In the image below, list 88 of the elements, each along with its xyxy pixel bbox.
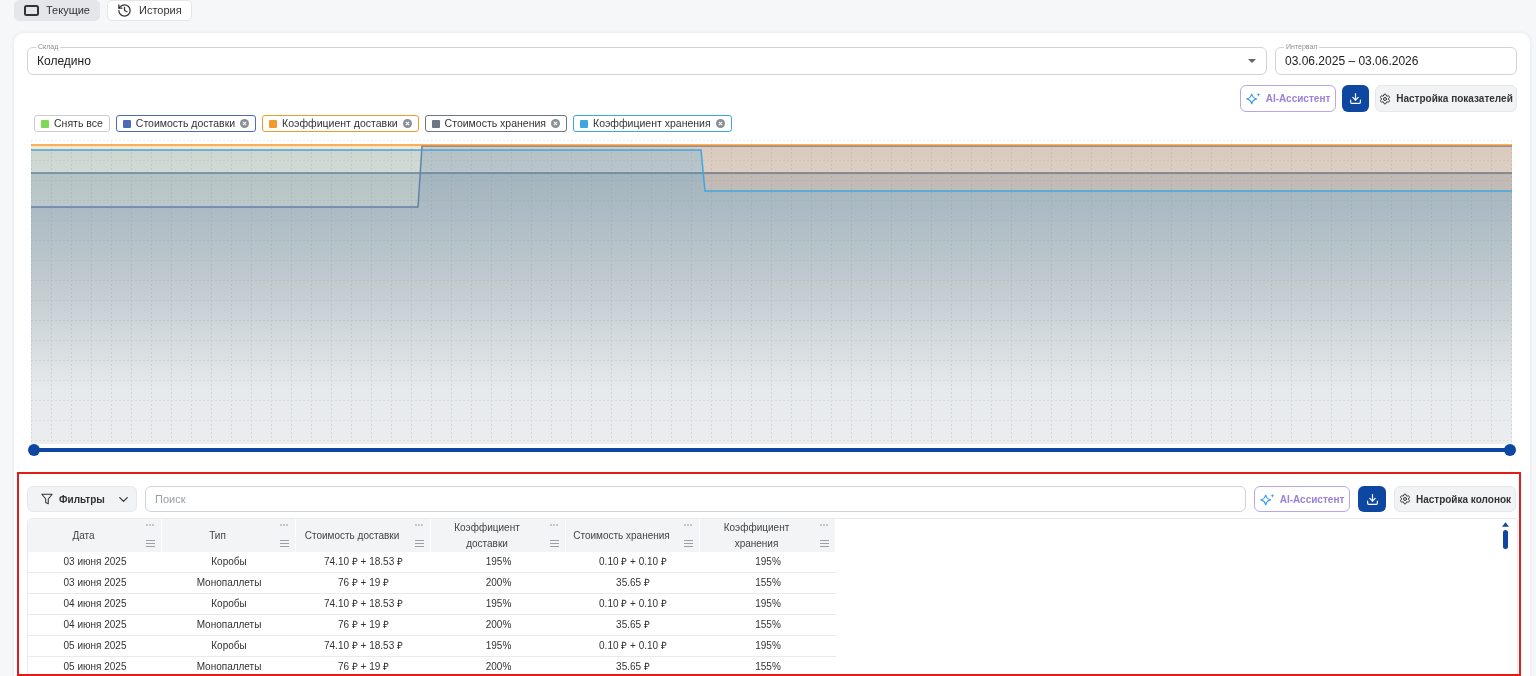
table-value: 155% — [755, 577, 781, 589]
table-value: 05 июня 2025 — [63, 661, 127, 673]
menu-icon[interactable] — [414, 540, 424, 547]
table-value: 76 ₽ + 19 ₽ — [337, 619, 390, 631]
table-value: 03 июня 2025 — [63, 556, 127, 568]
legend-chip[interactable]: Стоимость доставки — [115, 115, 257, 132]
sparkle-icon — [1259, 492, 1275, 506]
table-value: 0.10 ₽ + 0.10 ₽ — [599, 598, 667, 610]
header-label: Коэффициент хранения — [722, 520, 791, 551]
header-label: Тип — [209, 528, 226, 543]
table-value: 35.65 ₽ — [616, 661, 650, 673]
table-value: 195% — [755, 556, 781, 568]
table-value: 195% — [485, 556, 512, 568]
scroll-up-icon[interactable] — [1502, 522, 1509, 527]
column-header[interactable]: Дата — [28, 519, 162, 552]
header-label: Дата — [72, 528, 95, 543]
close-icon[interactable] — [402, 119, 412, 128]
download-button[interactable] — [1358, 486, 1386, 512]
download-icon — [1365, 492, 1379, 506]
table-value: Монопаллеты — [196, 661, 262, 673]
column-header[interactable]: Тип — [162, 519, 296, 552]
table-value: 200% — [485, 661, 512, 673]
menu-icon[interactable] — [819, 540, 829, 547]
table-value: 04 июня 2025 — [63, 619, 127, 631]
table-value: 35.65 ₽ — [616, 619, 650, 631]
field-value: 03.06.2025 – 03.06.2026 — [1285, 53, 1420, 70]
filter-icon — [41, 493, 53, 505]
legend-chip[interactable]: Стоимость хранения — [424, 115, 567, 132]
search-field[interactable]: Поиск — [145, 486, 1246, 512]
table-value: 76 ₽ + 19 ₽ — [337, 661, 390, 673]
table-value: Монопаллеты — [196, 619, 262, 631]
table-value: 76 ₽ + 19 ₽ — [337, 577, 390, 589]
table-value: Коробы — [211, 640, 247, 652]
menu-icon[interactable] — [145, 540, 155, 547]
table-value: 155% — [755, 619, 781, 631]
close-icon[interactable] — [240, 119, 250, 128]
settings-icon — [1379, 92, 1392, 105]
table-value: 155% — [755, 661, 781, 673]
table-value: 04 июня 2025 — [63, 598, 127, 610]
download-button[interactable] — [1342, 85, 1369, 112]
legend-chip[interactable]: Коэффициент хранения — [573, 115, 732, 132]
field-value: Коледино — [37, 53, 92, 70]
menu-icon[interactable] — [549, 540, 559, 547]
header-label: Коэффициент доставки — [453, 520, 521, 551]
table-value: 05 июня 2025 — [63, 640, 127, 652]
settings-button[interactable]: Настройка колонок — [1394, 486, 1516, 512]
table-value: 0.10 ₽ + 0.10 ₽ — [599, 556, 667, 568]
table-value: 195% — [485, 598, 512, 610]
tab[interactable]: История — [106, 0, 192, 21]
caret-icon[interactable] — [1248, 59, 1256, 63]
table-value: 74.10 ₽ + 18.53 ₽ — [324, 640, 403, 652]
column-header[interactable]: Стоимость хранения — [566, 519, 700, 552]
table-value: 195% — [485, 640, 512, 652]
table-value: Монопаллеты — [196, 577, 262, 589]
settings-button[interactable]: Настройка показателей — [1375, 85, 1517, 112]
clear-all-button[interactable]: Снять все — [34, 115, 110, 132]
column-header[interactable]: Коэффициент доставки — [431, 519, 566, 552]
download-icon — [1349, 92, 1362, 105]
close-icon[interactable] — [551, 119, 560, 128]
header-label: Стоимость доставки — [304, 528, 400, 543]
table-value: 0.10 ₽ + 0.10 ₽ — [599, 640, 667, 652]
table-value: 03 июня 2025 — [63, 577, 127, 589]
legend-chip[interactable]: Коэффициент доставки — [262, 115, 419, 132]
header-label: Стоимость хранения — [573, 528, 670, 543]
table-value: Коробы — [211, 598, 247, 610]
table-value: 195% — [755, 640, 781, 652]
table-value: 200% — [485, 619, 512, 631]
table-value: Коробы — [211, 556, 247, 568]
slider-handle[interactable] — [1504, 444, 1516, 456]
range-slider-track[interactable] — [28, 444, 1516, 456]
tab[interactable]: Текущие — [14, 0, 100, 21]
table-value: 35.65 ₽ — [616, 577, 650, 589]
table-value: 200% — [485, 577, 512, 589]
table-value: 195% — [755, 598, 781, 610]
settings-icon — [1398, 493, 1411, 505]
table-value: 74.10 ₽ + 18.53 ₽ — [324, 598, 403, 610]
menu-icon[interactable] — [279, 540, 289, 547]
history-icon — [116, 3, 132, 18]
sparkle-icon — [1245, 92, 1261, 105]
column-header[interactable]: Коэффициент хранения — [700, 519, 836, 552]
table-value: 74.10 ₽ + 18.53 ₽ — [324, 556, 403, 568]
rectangle-icon — [24, 5, 39, 16]
column-header[interactable]: Стоимость доставки — [296, 519, 431, 552]
filters-button[interactable]: Фильтры — [27, 486, 137, 512]
close-icon[interactable] — [715, 119, 725, 128]
menu-icon[interactable] — [683, 540, 693, 547]
slider-handle[interactable] — [28, 444, 40, 456]
scrollbar-thumb[interactable] — [1503, 530, 1508, 549]
